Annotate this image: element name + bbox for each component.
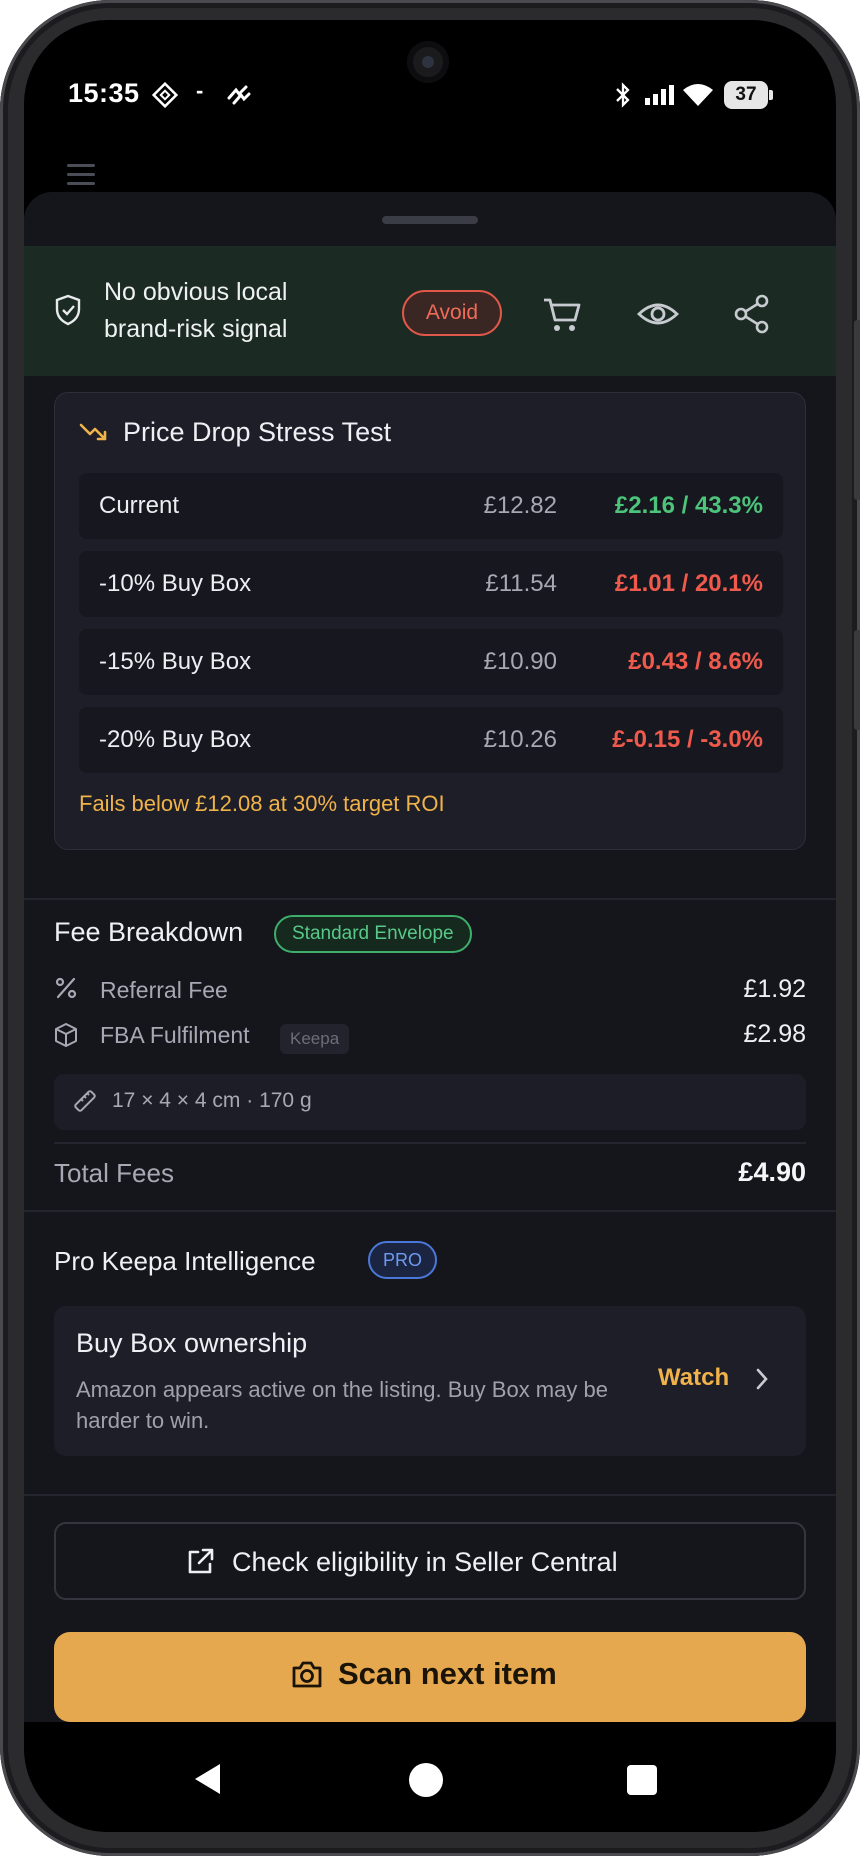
stress-test-card: Price Drop Stress Test Current £12.82 £2… xyxy=(54,392,806,850)
front-camera xyxy=(407,41,449,83)
fba-fee-value: £2.98 xyxy=(743,1020,806,1048)
stress-row-result: £1.01 / 20.1% xyxy=(614,570,763,597)
product-dimensions: 17 × 4 × 4 cm · 170 g xyxy=(54,1074,806,1130)
home-icon[interactable] xyxy=(408,1762,444,1803)
buy-box-ownership-card[interactable]: Buy Box ownership Amazon appears active … xyxy=(54,1306,806,1456)
fee-breakdown-title: Fee Breakdown xyxy=(54,917,244,947)
stress-row: -20% Buy Box £10.26 £-0.15 / -3.0% xyxy=(79,707,783,773)
section-divider xyxy=(24,1494,836,1496)
check-eligibility-button[interactable]: Check eligibility in Seller Central xyxy=(54,1522,806,1600)
buy-box-title: Buy Box ownership xyxy=(76,1328,308,1358)
camera-icon xyxy=(290,1659,324,1696)
dimensions-text: 17 × 4 × 4 cm · 170 g xyxy=(112,1089,312,1112)
stress-row-label: -10% Buy Box xyxy=(99,570,252,597)
status-time: 15:35 xyxy=(68,78,140,108)
stress-row-result: £-0.15 / -3.0% xyxy=(612,726,763,753)
box-icon xyxy=(54,1022,78,1053)
stress-row-label: Current xyxy=(99,492,180,519)
scan-next-item-label: Scan next item xyxy=(338,1656,557,1691)
signal-icon xyxy=(644,84,676,111)
pro-keepa-title: Pro Keepa Intelligence xyxy=(54,1246,316,1276)
total-divider xyxy=(54,1142,806,1144)
fitness-notification-icon xyxy=(226,84,252,111)
percent-icon xyxy=(54,976,78,1005)
external-link-icon xyxy=(184,1546,216,1583)
stress-row: -15% Buy Box £10.90 £0.43 / 8.6% xyxy=(79,629,783,695)
stress-row-price: £12.82 xyxy=(483,492,557,519)
cart-icon[interactable] xyxy=(540,292,584,336)
stress-row-result: £2.16 / 43.3% xyxy=(614,492,763,519)
stress-row-label: -15% Buy Box xyxy=(99,648,252,675)
keepa-source-tag: Keepa xyxy=(280,1024,350,1054)
sheet-drag-handle[interactable] xyxy=(382,216,478,224)
stress-row-price: £10.90 xyxy=(483,648,557,675)
fba-fee-label: FBA Fulfilment xyxy=(100,1022,250,1048)
app-notification-icon xyxy=(151,81,179,113)
brand-risk-message: No obvious local brand-risk signal xyxy=(104,278,288,343)
total-fees-label: Total Fees xyxy=(54,1158,174,1188)
stress-row-label: -20% Buy Box xyxy=(99,726,252,753)
brand-risk-banner: No obvious local brand-risk signal Avoid xyxy=(24,246,836,376)
stress-test-note: Fails below £12.08 at 30% target ROI xyxy=(79,791,445,816)
result-bottom-sheet: No obvious local brand-risk signal Avoid… xyxy=(24,192,836,1722)
shield-check-icon xyxy=(54,294,82,331)
trend-down-icon xyxy=(79,421,109,448)
size-tier-badge: Standard Envelope xyxy=(274,915,472,953)
power-button xyxy=(854,630,860,730)
status-separator: - xyxy=(196,78,204,103)
stress-row-price: £10.26 xyxy=(483,726,557,753)
stress-row-price: £11.54 xyxy=(485,570,557,597)
battery-indicator: 37 xyxy=(724,81,773,109)
section-divider xyxy=(24,1210,836,1212)
watch-action[interactable]: Watch xyxy=(658,1364,729,1392)
stress-row-result: £0.43 / 8.6% xyxy=(628,648,763,675)
ruler-icon xyxy=(72,1088,98,1119)
stress-row: Current £12.82 £2.16 / 43.3% xyxy=(79,473,783,539)
share-icon[interactable] xyxy=(730,292,774,336)
bluetooth-icon xyxy=(614,82,632,113)
stress-row: -10% Buy Box £11.54 £1.01 / 20.1% xyxy=(79,551,783,617)
eye-icon[interactable] xyxy=(636,292,680,336)
status-bar: 15:35 - 37 xyxy=(24,20,836,150)
recents-icon[interactable] xyxy=(626,1764,658,1801)
section-divider xyxy=(24,898,836,900)
buy-box-description: Amazon appears active on the listing. Bu… xyxy=(76,1377,608,1433)
check-eligibility-label: Check eligibility in Seller Central xyxy=(232,1547,618,1577)
verdict-badge: Avoid xyxy=(402,290,502,336)
stress-test-title: Price Drop Stress Test xyxy=(123,417,392,447)
referral-fee-value: £1.92 xyxy=(743,975,806,1003)
screen: 15:35 - 37 No obvious local brand-risk s… xyxy=(24,20,836,1832)
scan-next-item-button[interactable]: Scan next item xyxy=(54,1632,806,1722)
phone-frame: 15:35 - 37 No obvious local brand-risk s… xyxy=(0,0,860,1856)
pro-badge: PRO xyxy=(368,1241,438,1279)
total-fees-value: £4.90 xyxy=(738,1157,806,1187)
system-navigation-bar xyxy=(24,1722,836,1832)
volume-button xyxy=(854,320,860,500)
wifi-icon xyxy=(682,82,714,113)
chevron-right-icon[interactable] xyxy=(754,1366,770,1397)
referral-fee-label: Referral Fee xyxy=(100,977,228,1003)
back-icon[interactable] xyxy=(192,1762,224,1801)
